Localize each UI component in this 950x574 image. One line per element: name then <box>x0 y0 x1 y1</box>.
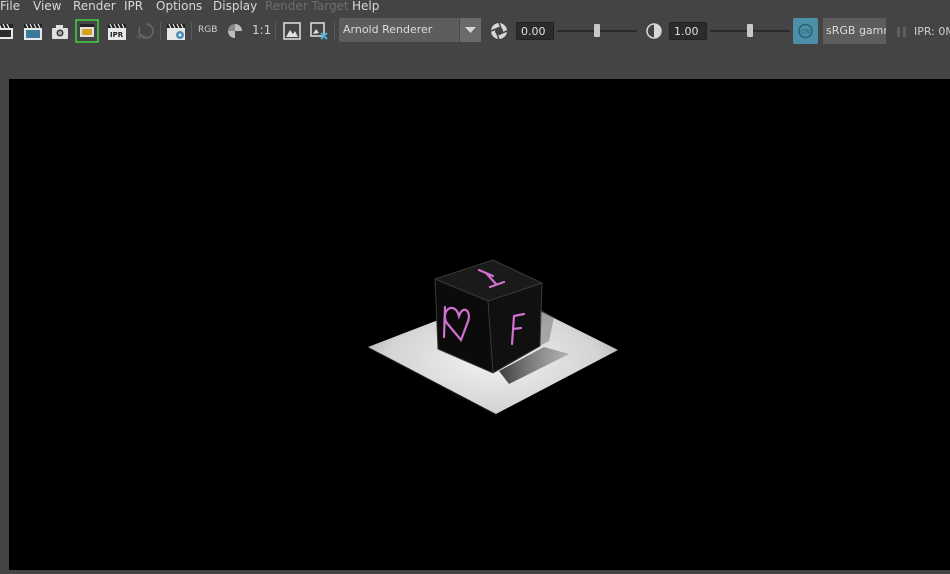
pause-icon[interactable] <box>896 24 908 43</box>
render-settings-icon[interactable] <box>165 20 187 42</box>
snapshot-icon[interactable] <box>49 20 71 42</box>
remove-image-icon[interactable] <box>308 20 330 42</box>
svg-text:IPR: IPR <box>110 31 124 39</box>
render-view-toolbar: IPR IPR RGB 1:1 Arnold Renderer 0.00 1.0… <box>0 13 950 49</box>
redo-previous-render-icon[interactable] <box>75 19 99 43</box>
renderer-label: Arnold Renderer <box>343 23 433 36</box>
menu-display[interactable]: Display <box>213 0 257 14</box>
ipr-memory-status: IPR: 0MB <box>914 25 950 38</box>
display-alpha-icon[interactable] <box>224 20 246 42</box>
gamma-icon[interactable] <box>643 20 665 42</box>
render-viewport[interactable] <box>9 79 950 570</box>
menu-help[interactable]: Help <box>352 0 379 14</box>
real-size-label[interactable]: 1:1 <box>252 23 271 37</box>
svg-text:IPR: IPR <box>137 34 147 41</box>
clapper-icon[interactable] <box>0 20 16 42</box>
render-frame-icon[interactable] <box>22 20 44 42</box>
gamma-field[interactable]: 1.00 <box>669 22 707 40</box>
channel-rgb-label[interactable]: RGB <box>198 25 217 35</box>
exposure-slider-handle[interactable] <box>594 24 600 37</box>
keep-image-icon[interactable] <box>281 20 303 42</box>
chevron-down-icon[interactable] <box>459 18 481 42</box>
menu-bar: File View Render IPR Options Display Ren… <box>0 0 950 13</box>
color-management-icon[interactable]: ON <box>793 18 818 44</box>
menu-file[interactable]: File <box>0 0 20 14</box>
toolbar-spacer <box>0 49 950 79</box>
rendered-image <box>368 259 618 417</box>
menu-options[interactable]: Options <box>156 0 202 14</box>
renderer-dropdown[interactable]: Arnold Renderer <box>339 18 481 42</box>
ipr-render-icon[interactable]: IPR <box>106 20 128 42</box>
menu-render[interactable]: Render <box>73 0 116 14</box>
exposure-field[interactable]: 0.00 <box>516 22 554 40</box>
color-space-dropdown[interactable]: sRGB gamma <box>823 18 886 44</box>
menu-ipr[interactable]: IPR <box>124 0 143 14</box>
gamma-slider-handle[interactable] <box>747 24 753 37</box>
color-management-label: ON <box>801 29 810 36</box>
ipr-refresh-icon[interactable]: IPR <box>135 20 157 42</box>
exposure-icon[interactable] <box>488 20 510 42</box>
menu-view[interactable]: View <box>33 0 61 14</box>
menu-render-target[interactable]: Render Target <box>265 0 349 14</box>
